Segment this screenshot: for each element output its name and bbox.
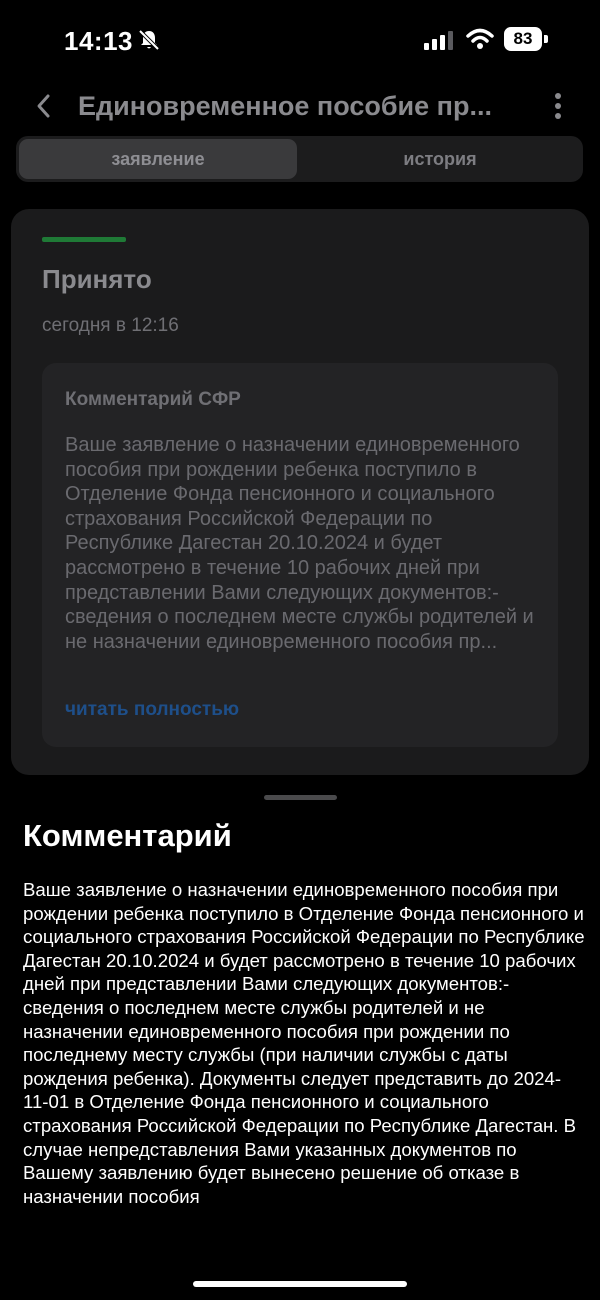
status-date: сегодня в 12:16 <box>42 315 179 336</box>
status-card: Принято сегодня в 12:16 Комментарий СФР … <box>11 209 589 775</box>
comment-heading: Комментарий СФР <box>65 389 241 410</box>
bell-muted-icon <box>138 29 160 51</box>
comment-preview: Ваше заявление о назначении единовременн… <box>65 434 534 653</box>
tab-history[interactable]: история <box>300 139 580 179</box>
nav-header: Единовременное пособие пр... <box>0 80 600 132</box>
signal-icon <box>424 31 453 50</box>
sheet-grabber[interactable] <box>264 795 337 800</box>
page-title: Единовременное пособие пр... <box>78 91 492 121</box>
more-vertical-icon[interactable] <box>548 92 568 122</box>
background-screen: 14:13 83 Единовременное пособие пр... за… <box>0 0 600 790</box>
status-time: 14:13 <box>64 26 133 56</box>
comment-card: Комментарий СФР Ваше заявление о назначе… <box>42 363 558 747</box>
status-accent-bar <box>42 237 126 242</box>
chevron-left-icon[interactable] <box>34 92 54 120</box>
status-title: Принято <box>42 264 152 294</box>
status-bar: 14:13 83 <box>0 0 600 80</box>
sheet-title: Комментарий <box>23 818 232 853</box>
home-indicator[interactable] <box>193 1281 407 1287</box>
tab-application[interactable]: заявление <box>19 139 297 179</box>
wifi-icon <box>466 28 494 49</box>
read-more-link[interactable]: читать полностью <box>65 699 239 721</box>
battery-level: 83 <box>513 29 533 48</box>
tab-bar: заявление история <box>16 136 583 182</box>
sheet-comment-text: Ваше заявление о назначении единовременн… <box>23 879 585 1207</box>
battery-icon: 83 <box>504 27 548 51</box>
